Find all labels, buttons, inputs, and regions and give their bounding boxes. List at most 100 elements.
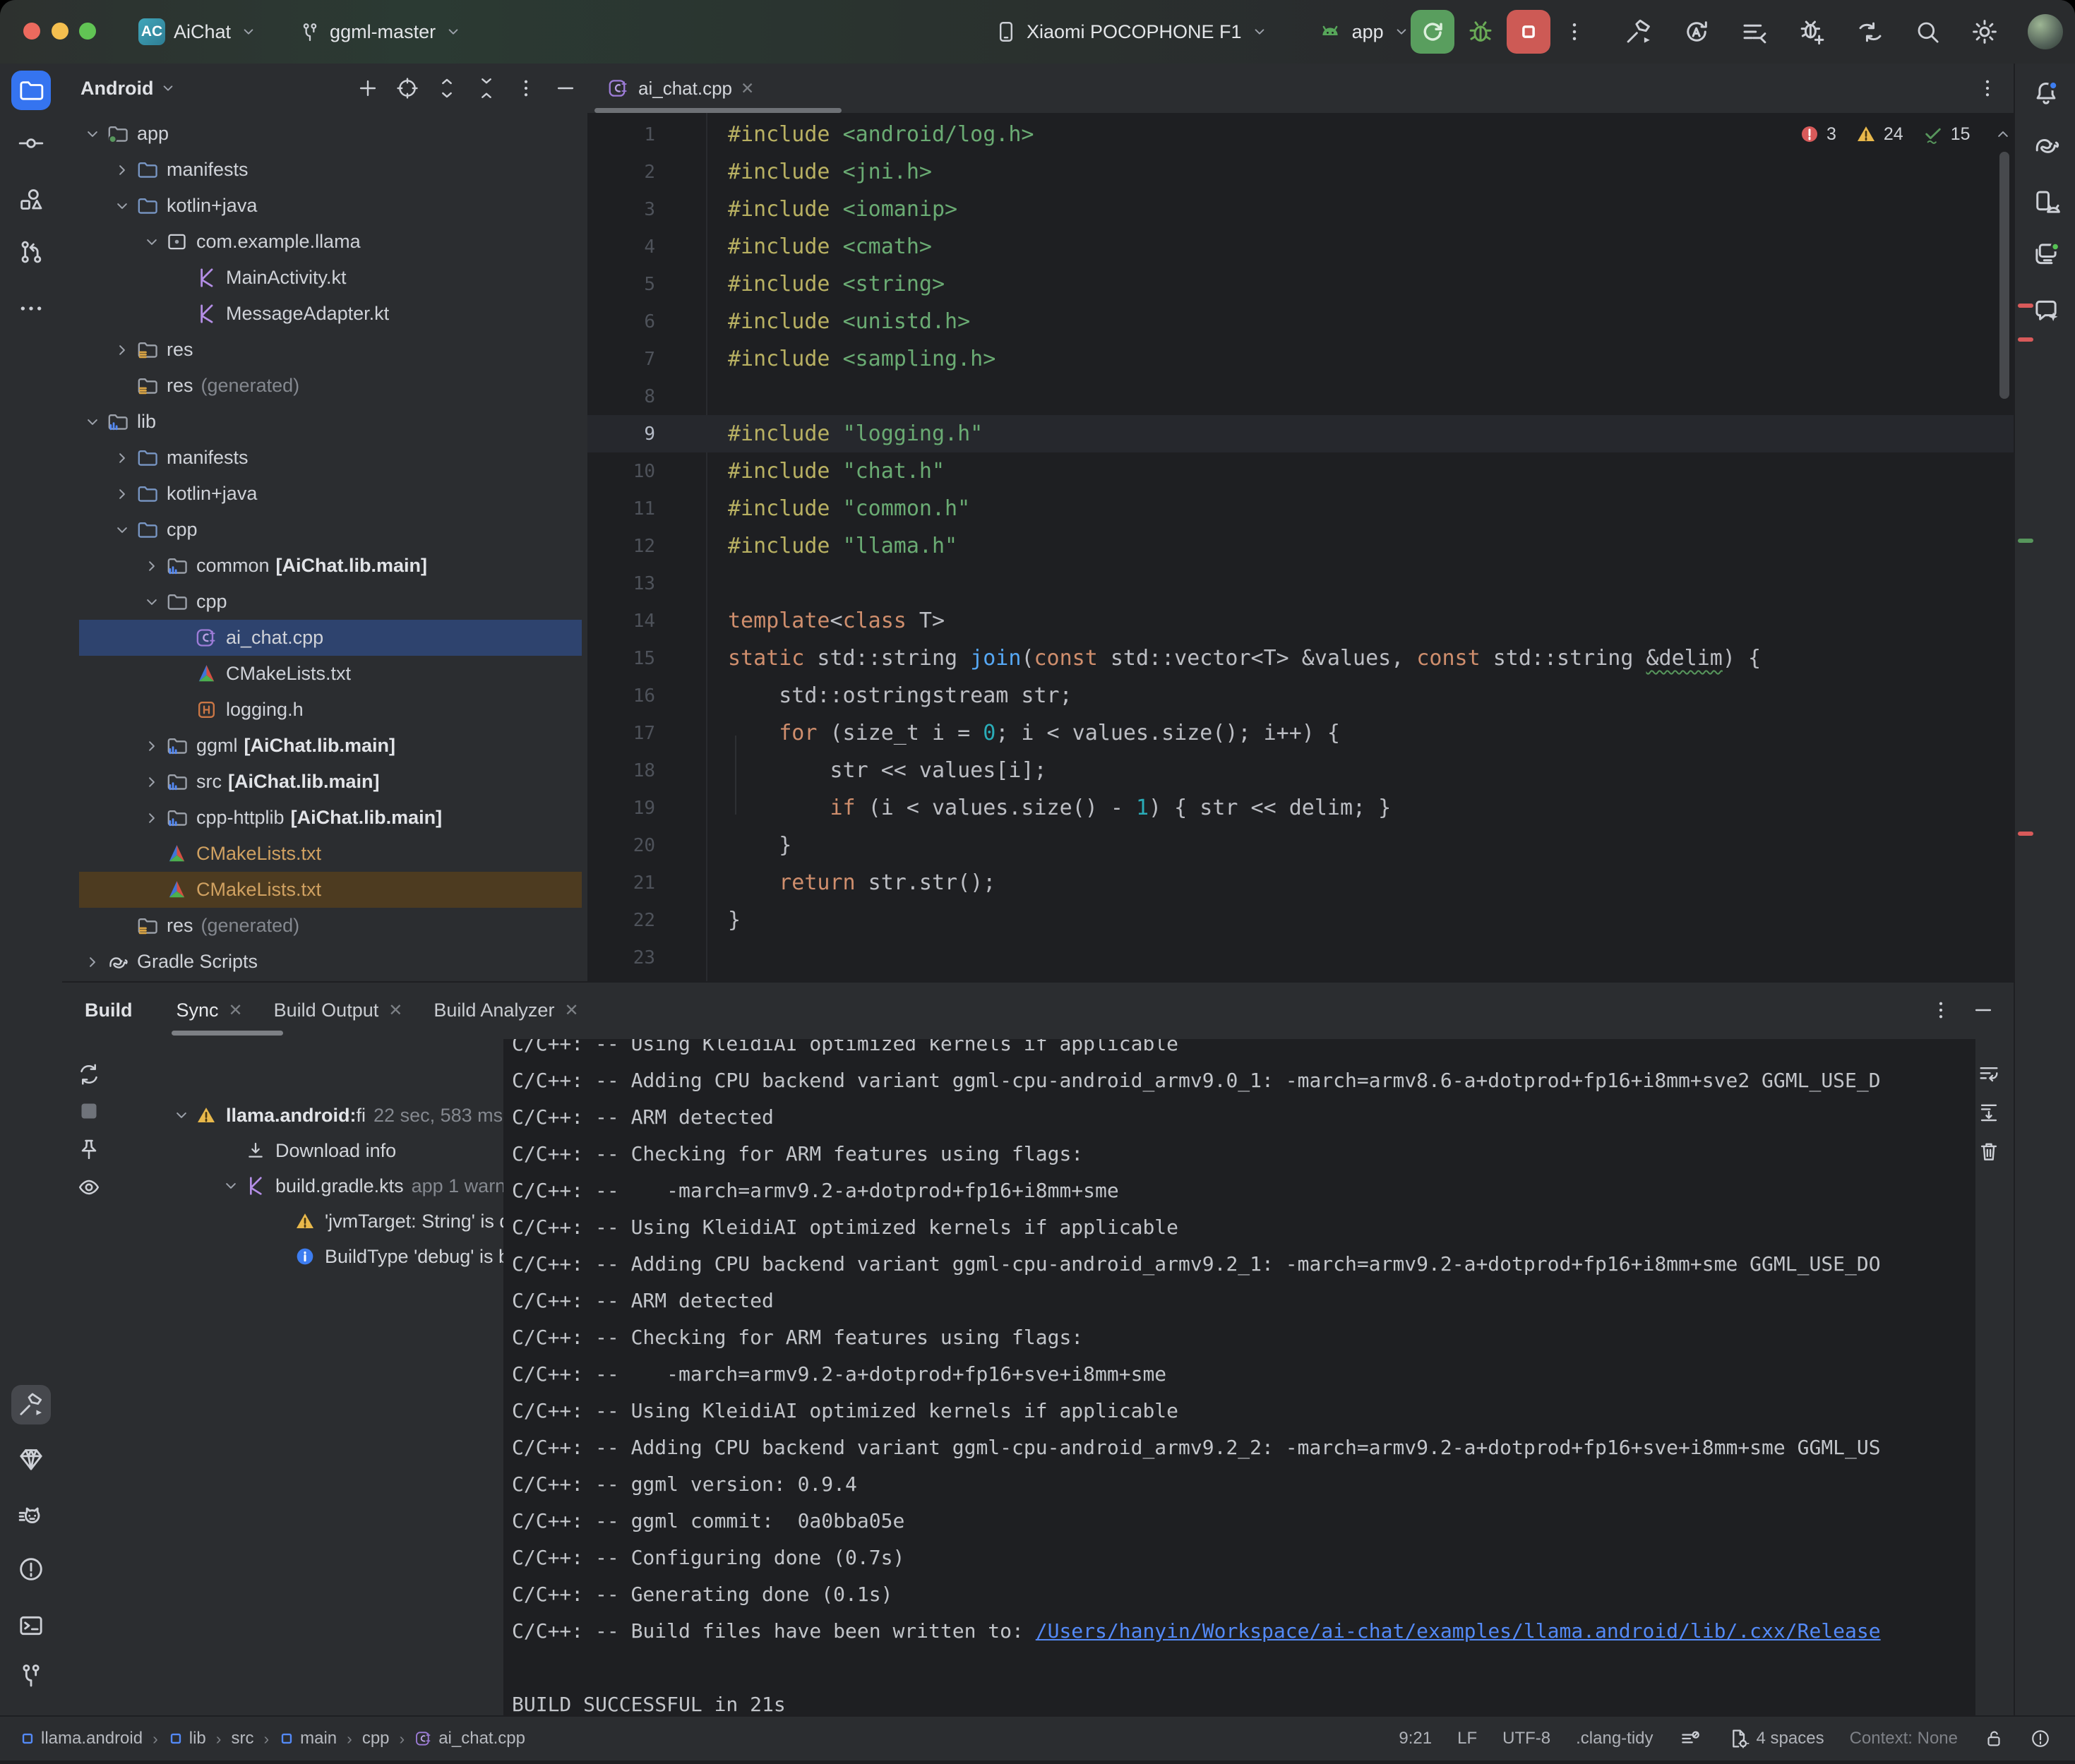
- tree-item-gradle-scripts[interactable]: Gradle Scripts: [79, 944, 582, 980]
- gemini-tool-button[interactable]: [2026, 291, 2066, 330]
- running-devices-button[interactable]: [2026, 234, 2066, 274]
- sync-tree-item[interactable]: BuildType 'debug' is both de: [62, 1239, 500, 1274]
- version-control-tool-button[interactable]: [11, 1655, 51, 1695]
- close-tab-icon[interactable]: ✕: [564, 1000, 578, 1021]
- code-line-11[interactable]: 11#include "common.h": [587, 490, 2014, 527]
- tab-ai-chat-cpp[interactable]: ai_chat.cpp ✕: [594, 64, 767, 113]
- hide-build-panel-icon[interactable]: [1971, 998, 1995, 1022]
- tab-build-analyzer[interactable]: Build Analyzer✕: [418, 983, 594, 1038]
- tree-item-manifests[interactable]: manifests: [79, 152, 582, 188]
- formatter-icon[interactable]: [1679, 1727, 1702, 1750]
- console-link[interactable]: /Users/hanyin/Workspace/ai-chat/examples…: [1036, 1619, 1881, 1643]
- stop-button[interactable]: [1507, 10, 1550, 54]
- clear-console-icon[interactable]: [1977, 1139, 2001, 1163]
- terminal-tool-button[interactable]: [11, 1606, 51, 1645]
- code-line-7[interactable]: 7#include <sampling.h>: [587, 340, 2014, 378]
- tree-item-kotlin-java[interactable]: kotlin+java: [79, 188, 582, 224]
- minimize-window-button[interactable]: [52, 23, 68, 40]
- tree-item-res[interactable]: res: [79, 332, 582, 368]
- build-variants-button[interactable]: [1740, 17, 1769, 47]
- logcat-tool-button[interactable]: [11, 1498, 51, 1537]
- structure-tool-button[interactable]: [11, 180, 51, 220]
- build-console[interactable]: C/C++: -- Using KleidiAI optimized kerne…: [503, 1039, 1975, 1717]
- attach-debugger-button[interactable]: [1798, 17, 1827, 47]
- collapse-all-icon[interactable]: [474, 76, 498, 100]
- code-line-8[interactable]: 8: [587, 378, 2014, 415]
- hide-panel-icon[interactable]: [554, 76, 578, 100]
- tree-item-cpp-httplib[interactable]: cpp-httplib[AiChat.lib.main]: [79, 800, 582, 836]
- code-line-13[interactable]: 13: [587, 565, 2014, 602]
- tree-item-src[interactable]: src[AiChat.lib.main]: [79, 764, 582, 800]
- run-button[interactable]: [1411, 10, 1454, 54]
- maximize-window-button[interactable]: [79, 23, 96, 40]
- code-line-17[interactable]: 17 for (size_t i = 0; i < values.size();…: [587, 714, 2014, 752]
- breadcrumb-item[interactable]: llama.android: [20, 1729, 143, 1748]
- panel-options-icon[interactable]: [514, 76, 538, 100]
- inspections-widget[interactable]: 3 24 15: [1799, 119, 2014, 150]
- code-line-14[interactable]: 14template<class T>: [587, 602, 2014, 640]
- notifications-button[interactable]: [2026, 73, 2066, 113]
- branch-name[interactable]: ggml-master: [330, 21, 436, 43]
- editor-options-icon[interactable]: [1975, 76, 1999, 100]
- avatar[interactable]: [2028, 14, 2063, 49]
- linter-status[interactable]: .clang-tidy: [1576, 1729, 1653, 1748]
- breadcrumb[interactable]: llama.android›lib›src›main›cpp›ai_chat.c…: [20, 1717, 525, 1760]
- device-mirroring-button[interactable]: [1855, 17, 1885, 47]
- problems-indicator-icon[interactable]: [2030, 1728, 2051, 1749]
- tree-item-logging-h[interactable]: logging.h: [79, 692, 582, 728]
- code-line-19[interactable]: 19 if (i < values.size() - 1) { str << d…: [587, 789, 2014, 827]
- caret-position[interactable]: 9:21: [1399, 1729, 1432, 1748]
- commit-tool-button[interactable]: [11, 124, 51, 163]
- code-line-10[interactable]: 10#include "chat.h": [587, 452, 2014, 490]
- expand-all-icon[interactable]: [435, 76, 459, 100]
- close-tab-icon[interactable]: ✕: [741, 79, 754, 98]
- tree-item-cpp[interactable]: cpp: [79, 512, 582, 548]
- problems-tool-button[interactable]: [11, 1549, 51, 1589]
- code-line-20[interactable]: 20 }: [587, 827, 2014, 864]
- app-quality-insights-button[interactable]: [11, 1439, 51, 1479]
- scroll-to-end-icon[interactable]: [1977, 1100, 2001, 1124]
- breadcrumb-item[interactable]: ai_chat.cpp: [414, 1729, 525, 1748]
- tree-item-res[interactable]: res(generated): [79, 908, 582, 944]
- code-line-2[interactable]: 2#include <jni.h>: [587, 153, 2014, 191]
- pull-requests-tool-button[interactable]: [11, 232, 51, 272]
- tree-item-cmakelists-txt[interactable]: CMakeLists.txt: [79, 836, 582, 872]
- indent-setting[interactable]: 4 spaces: [1727, 1727, 1824, 1750]
- breadcrumb-item[interactable]: src: [231, 1729, 253, 1748]
- prev-problem-icon[interactable]: [1993, 124, 2013, 144]
- code-line-23[interactable]: 23: [587, 939, 2014, 976]
- tree-item-messageadapter-kt[interactable]: MessageAdapter.kt: [79, 296, 582, 332]
- build-project-button[interactable]: [1624, 17, 1654, 47]
- add-icon[interactable]: [356, 76, 380, 100]
- soft-wrap-icon[interactable]: [1977, 1062, 2001, 1086]
- breadcrumb-item[interactable]: cpp: [362, 1729, 390, 1748]
- code-line-22[interactable]: 22}: [587, 901, 2014, 939]
- code-line-5[interactable]: 5#include <string>: [587, 265, 2014, 303]
- profiler-button[interactable]: [1682, 17, 1711, 47]
- code-line-4[interactable]: 4#include <cmath>: [587, 228, 2014, 265]
- build-options-icon[interactable]: [1929, 998, 1953, 1022]
- sync-tree-item[interactable]: llama.android: fi22 sec, 583 ms: [62, 1098, 500, 1133]
- ai-context[interactable]: Context: None: [1850, 1729, 1958, 1748]
- close-window-button[interactable]: [23, 23, 40, 40]
- sync-refresh-icon[interactable]: [76, 1062, 102, 1087]
- tab-sync[interactable]: Sync✕: [161, 983, 258, 1038]
- more-run-actions-button[interactable]: [1562, 19, 1587, 44]
- tree-item-ai-chat-cpp[interactable]: ai_chat.cpp: [79, 620, 582, 656]
- code-line-12[interactable]: 12#include "llama.h": [587, 527, 2014, 565]
- tree-item-cmakelists-txt[interactable]: CMakeLists.txt: [79, 872, 582, 908]
- tree-item-cmakelists-txt[interactable]: CMakeLists.txt: [79, 656, 582, 692]
- close-tab-icon[interactable]: ✕: [229, 1000, 243, 1021]
- locate-file-icon[interactable]: [395, 76, 419, 100]
- tree-item-res[interactable]: res(generated): [79, 368, 582, 404]
- sync-tree-item[interactable]: 'jvmTarget: String' is deprec: [62, 1204, 500, 1239]
- tree-item-kotlin-java[interactable]: kotlin+java: [79, 476, 582, 512]
- search-everywhere-button[interactable]: [1913, 18, 1942, 46]
- tree-item-cpp[interactable]: cpp: [79, 584, 582, 620]
- editor-scrollbar[interactable]: [1999, 152, 2009, 399]
- more-tools-button[interactable]: [11, 289, 51, 328]
- debug-button[interactable]: [1466, 17, 1495, 47]
- run-configuration[interactable]: app: [1352, 21, 1384, 43]
- code-line-3[interactable]: 3#include <iomanip>: [587, 191, 2014, 228]
- tree-item-app[interactable]: app: [79, 116, 582, 152]
